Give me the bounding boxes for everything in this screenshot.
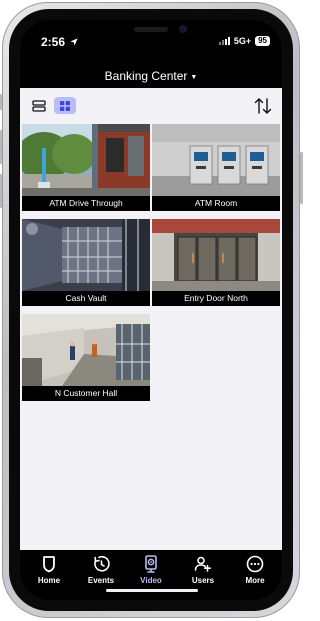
camera-thumbnail xyxy=(152,124,280,196)
site-selector[interactable]: Banking Center ▼ xyxy=(20,64,282,88)
tab-events[interactable]: Events xyxy=(75,554,127,588)
location-arrow-icon xyxy=(70,38,78,46)
cellular-signal-icon xyxy=(218,37,230,45)
camera-tile[interactable]: ATM Room xyxy=(152,124,280,211)
camera-tile[interactable]: Cash Vault xyxy=(22,219,150,306)
screen: 2:56 5G+ 95 Banking Center ▼ ATM Drive T… xyxy=(20,20,282,600)
tab-video[interactable]: Video xyxy=(125,554,177,588)
shield-icon xyxy=(43,556,55,573)
grid-view-icon xyxy=(60,100,70,111)
camera-tile[interactable]: ATM Drive Through xyxy=(22,124,150,211)
mute-switch xyxy=(0,94,2,110)
history-clock-icon xyxy=(94,556,110,572)
tab-label: Users xyxy=(191,576,215,585)
tab-more[interactable]: More xyxy=(229,554,281,588)
status-indicators: 5G+ 95 xyxy=(218,36,270,46)
chevron-down-icon: ▼ xyxy=(190,74,198,81)
tab-home[interactable]: Home xyxy=(23,554,75,588)
speaker-grille xyxy=(134,27,168,32)
list-view-icon xyxy=(32,99,46,112)
video-camera-icon xyxy=(145,555,157,573)
tab-users[interactable]: Users xyxy=(177,554,229,588)
sort-arrows-icon xyxy=(254,98,272,114)
power-button xyxy=(300,152,303,204)
users-icon xyxy=(194,556,211,572)
camera-thumbnail xyxy=(22,219,150,291)
phone-frame: 2:56 5G+ 95 Banking Center ▼ ATM Drive T… xyxy=(0,2,303,618)
camera-name: ATM Room xyxy=(194,198,238,208)
status-time: 2:56 xyxy=(41,35,78,49)
notch xyxy=(90,20,212,44)
camera-name: ATM Drive Through xyxy=(49,198,123,208)
list-view-toggle[interactable] xyxy=(28,97,50,114)
tab-label: Events xyxy=(87,576,115,585)
time-text: 2:56 xyxy=(41,35,66,49)
battery-badge: 95 xyxy=(255,36,270,46)
video-toolbar xyxy=(20,88,282,124)
tab-label: Video xyxy=(140,576,162,585)
video-content: ATM Drive Through ATM Room Cash Vault En… xyxy=(20,88,282,550)
home-indicator[interactable] xyxy=(106,589,198,592)
camera-thumbnail xyxy=(152,219,280,291)
camera-name: Cash Vault xyxy=(65,293,107,303)
site-title: Banking Center xyxy=(104,69,188,83)
tab-label: Home xyxy=(37,576,61,585)
volume-down-button xyxy=(0,174,2,208)
tab-label: More xyxy=(245,576,265,585)
camera-name: Entry Door North xyxy=(184,293,248,303)
bottom-tab-bar: Home Events Video Users More xyxy=(20,550,282,600)
volume-up-button xyxy=(0,130,2,164)
grid-view-toggle[interactable] xyxy=(54,97,76,114)
sort-button[interactable] xyxy=(254,96,272,116)
network-type: 5G+ xyxy=(233,36,252,46)
camera-thumbnail xyxy=(22,124,150,196)
front-camera xyxy=(179,25,187,33)
more-dots-icon xyxy=(246,555,264,573)
camera-tile[interactable]: N Customer Hall xyxy=(22,314,150,401)
camera-thumbnail xyxy=(22,314,150,386)
camera-tile[interactable]: Entry Door North xyxy=(152,219,280,306)
camera-name: N Customer Hall xyxy=(54,388,118,398)
